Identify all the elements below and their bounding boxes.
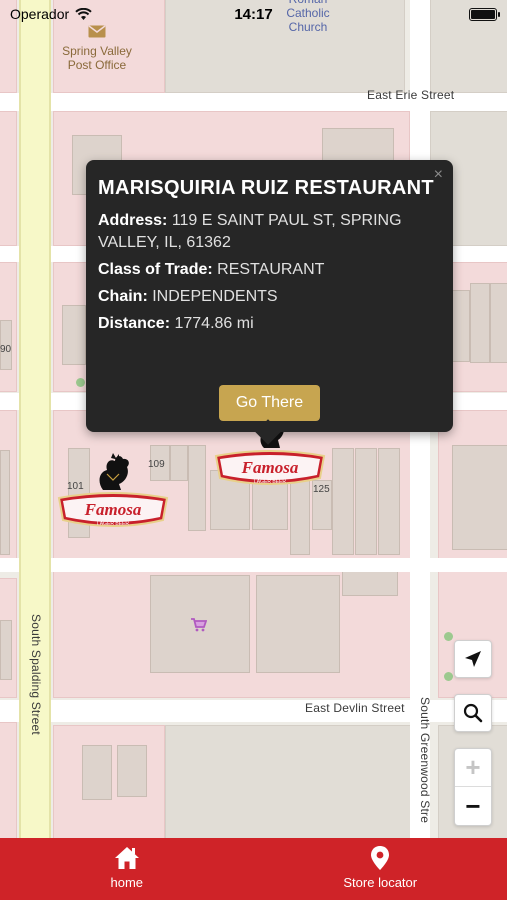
store-info-popup: × MARISQUIRIA RUIZ RESTAURANT Address: 1… [86, 160, 453, 445]
battery-icon [469, 7, 500, 21]
search-icon [463, 703, 483, 723]
tree-dot [444, 632, 453, 641]
distance-row: Distance: 1774.86 mi [98, 313, 441, 335]
building [355, 448, 377, 555]
rooster-icon [99, 453, 129, 490]
class-of-trade-value: RESTAURANT [217, 261, 325, 278]
building [490, 283, 507, 363]
search-button[interactable] [454, 694, 492, 732]
tree-dot [76, 378, 85, 387]
street-label-south-greenwood: South Greenwood Stre [418, 697, 432, 824]
class-of-trade-label: Class of Trade: [98, 261, 213, 278]
famosa-store-marker[interactable]: Famosa LAGER BEER [57, 452, 169, 532]
class-of-trade-row: Class of Trade: RESTAURANT [98, 259, 441, 281]
building [62, 305, 86, 365]
building [290, 480, 310, 555]
map-block [0, 111, 17, 246]
building [332, 448, 354, 555]
building [452, 445, 507, 550]
address-row: Address: 119 E SAINT PAUL ST, SPRING VAL… [98, 210, 441, 254]
building [0, 620, 12, 680]
zoom-out-button[interactable]: − [455, 787, 491, 825]
tab-store-locator[interactable]: Store locator [254, 838, 507, 900]
locate-me-button[interactable] [454, 640, 492, 678]
shopping-cart-icon [190, 617, 208, 637]
svg-text:Famosa: Famosa [241, 458, 299, 477]
status-bar: Operador 14:17 [0, 0, 507, 28]
go-there-button[interactable]: Go There [219, 385, 320, 421]
map-block [165, 725, 413, 838]
building [342, 570, 398, 596]
building [452, 290, 470, 362]
tree-dot [444, 672, 453, 681]
building [170, 445, 188, 481]
navigation-arrow-icon [465, 651, 481, 667]
location-pin-icon [371, 845, 390, 870]
famosa-logo-icon: Famosa LAGER BEER [214, 450, 326, 485]
svg-text:LAGER BEER: LAGER BEER [254, 479, 286, 485]
zoom-in-button[interactable]: + [455, 749, 491, 787]
bottom-tab-bar: home Store locator [0, 838, 507, 900]
post-office-label: Spring Valley Post Office [62, 44, 132, 72]
distance-label: Distance: [98, 315, 171, 332]
chain-label: Chain: [98, 288, 148, 305]
building [256, 575, 340, 673]
carrier-label: Operador [10, 6, 70, 22]
zoom-controls: + − [454, 748, 492, 826]
famosa-logo-icon: Famosa LAGER BEER [57, 492, 169, 527]
clock: 14:17 [234, 5, 273, 23]
building [188, 445, 206, 531]
map-block [0, 722, 17, 838]
building [117, 745, 147, 797]
tab-home-label: home [110, 874, 144, 890]
store-name: MARISQUIRIA RUIZ RESTAURANT [98, 177, 434, 199]
street-label-east-erie: East Erie Street [367, 88, 455, 102]
distance-value: 1774.86 mi [174, 315, 254, 332]
building [82, 745, 112, 800]
address-label: Address: [98, 212, 168, 229]
building [378, 448, 400, 555]
street-label-east-devlin: East Devlin Street [305, 701, 405, 715]
road [0, 558, 507, 572]
wifi-icon [75, 7, 92, 20]
address-number: 90 [0, 344, 12, 355]
home-icon [114, 846, 139, 869]
tab-home[interactable]: home [0, 838, 254, 900]
svg-text:LAGER BEER: LAGER BEER [97, 521, 129, 527]
street-label-south-spalding: South Spalding Street [29, 614, 43, 735]
close-icon[interactable]: × [434, 166, 443, 184]
chain-row: Chain: INDEPENDENTS [98, 286, 441, 308]
chain-value: INDEPENDENTS [152, 288, 278, 305]
tab-store-locator-label: Store locator [343, 874, 418, 890]
building [470, 283, 490, 363]
svg-text:Famosa: Famosa [84, 500, 142, 519]
building [0, 450, 10, 555]
